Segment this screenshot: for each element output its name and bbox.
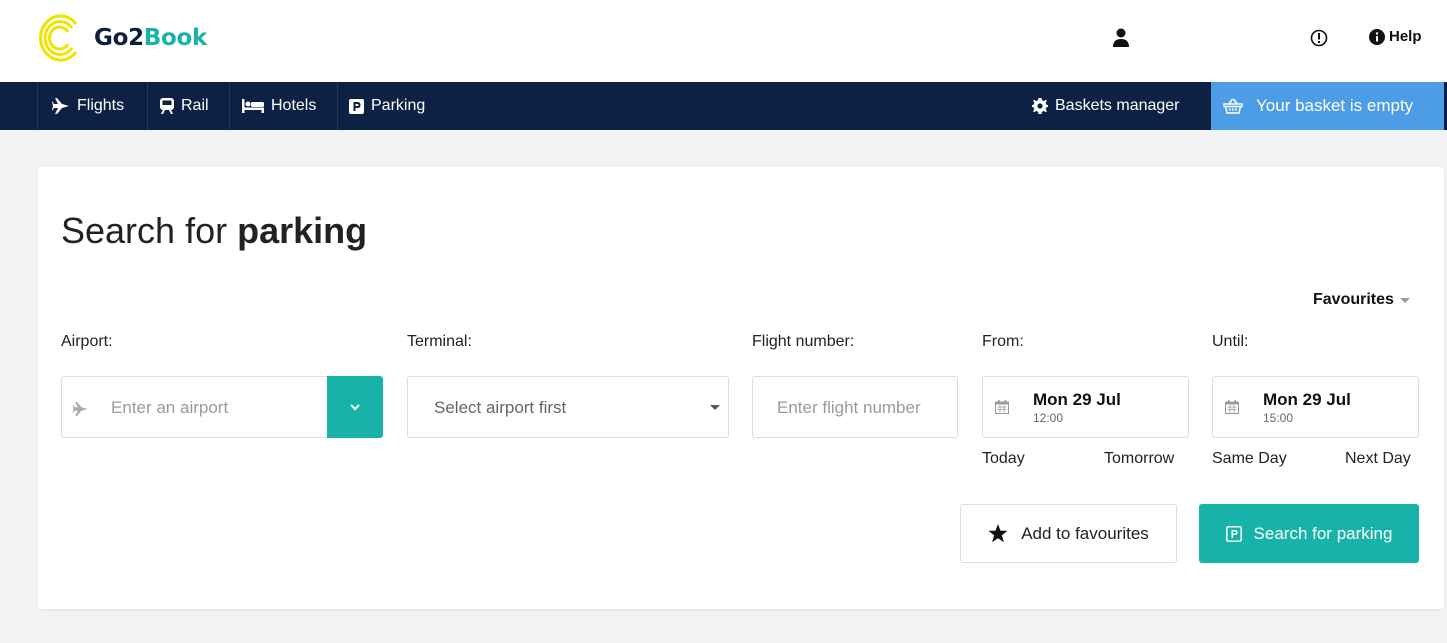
caret-down-icon xyxy=(1399,297,1410,303)
until-next-day-link[interactable]: Next Day xyxy=(1345,450,1411,468)
nav-label-rail: Rail xyxy=(181,97,209,114)
parking-icon xyxy=(349,98,364,114)
brand-name: Go2Book xyxy=(94,25,207,51)
until-date-picker[interactable]: Mon 29 Jul 15:00 xyxy=(1212,376,1419,438)
airport-dropdown-button[interactable] xyxy=(327,376,383,438)
flight-number-placeholder: Enter flight number xyxy=(777,398,921,417)
add-to-favourites-label: Add to favourites xyxy=(1021,523,1149,543)
go2book-logo[interactable]: Go2Book xyxy=(36,10,207,66)
gear-icon xyxy=(1032,98,1048,114)
basket-icon xyxy=(1223,98,1243,114)
from-label: From: xyxy=(982,333,1024,350)
nav-label-parking: Parking xyxy=(371,97,426,114)
calendar-icon xyxy=(1225,400,1239,414)
add-to-favourites-button[interactable]: Add to favourites xyxy=(960,504,1177,563)
nav-divider xyxy=(147,82,148,130)
nav-item-hotels[interactable]: Hotels xyxy=(242,82,316,130)
chevron-down-icon xyxy=(350,403,360,410)
search-for-parking-button[interactable]: Search for parking xyxy=(1199,504,1419,563)
nav-label-hotels: Hotels xyxy=(271,97,317,114)
caret-down-icon xyxy=(710,405,720,410)
baskets-manager-label: Baskets manager xyxy=(1055,97,1180,114)
bed-icon xyxy=(242,99,264,113)
star-icon xyxy=(988,524,1008,543)
help-label: Help xyxy=(1389,28,1422,45)
alert-icon[interactable] xyxy=(1310,29,1328,47)
info-icon xyxy=(1369,28,1385,45)
basket-status-label: Your basket is empty xyxy=(1256,96,1414,115)
brand-go2: Go2 xyxy=(94,25,144,51)
title-prefix: Search for xyxy=(61,210,228,251)
brand-book: Book xyxy=(143,25,208,51)
from-tomorrow-link[interactable]: Tomorrow xyxy=(1104,450,1174,468)
until-same-day-link[interactable]: Same Day xyxy=(1212,450,1287,468)
until-label: Until: xyxy=(1212,333,1249,350)
plane-icon xyxy=(72,402,88,416)
help-link[interactable]: Help xyxy=(1369,28,1422,45)
until-time-value: 15:00 xyxy=(1263,411,1294,425)
flight-number-input[interactable]: Enter flight number xyxy=(752,376,958,438)
train-icon xyxy=(160,98,174,114)
airport-placeholder: Enter an airport xyxy=(111,398,229,417)
parking-icon xyxy=(1225,525,1242,542)
nav-item-flights[interactable]: Flights xyxy=(52,82,124,130)
from-date-picker[interactable]: Mon 29 Jul 12:00 xyxy=(982,376,1189,438)
favourites-label: Favourites xyxy=(1313,291,1394,308)
from-time-value: 12:00 xyxy=(1033,411,1064,425)
nav-item-parking[interactable]: Parking xyxy=(349,82,425,130)
logo-rings-icon xyxy=(39,14,78,62)
page-title: Search for parking xyxy=(61,210,367,252)
user-icon[interactable] xyxy=(1113,28,1129,48)
favourites-dropdown[interactable]: Favourites xyxy=(1313,291,1410,309)
top-bar: Go2Book Help xyxy=(0,0,1447,82)
from-today-link[interactable]: Today xyxy=(982,450,1025,468)
nav-divider xyxy=(37,82,38,130)
nav-label-flights: Flights xyxy=(77,97,125,114)
until-date-value: Mon 29 Jul xyxy=(1263,390,1351,409)
flight-number-label: Flight number: xyxy=(752,333,855,350)
airport-input[interactable]: Enter an airport xyxy=(61,376,383,438)
title-bold: parking xyxy=(237,210,368,251)
terminal-select[interactable]: Select airport first xyxy=(407,376,729,438)
basket-status-button[interactable]: Your basket is empty xyxy=(1211,82,1444,130)
calendar-icon xyxy=(995,400,1009,414)
search-for-parking-label: Search for parking xyxy=(1253,523,1393,543)
baskets-manager-link[interactable]: Baskets manager xyxy=(1032,82,1180,130)
nav-item-rail[interactable]: Rail xyxy=(160,82,209,130)
plane-icon xyxy=(52,98,69,114)
nav-divider xyxy=(337,82,338,130)
from-date-value: Mon 29 Jul xyxy=(1033,390,1121,409)
airport-label: Airport: xyxy=(61,333,113,350)
terminal-value: Select airport first xyxy=(434,398,567,417)
nav-divider xyxy=(229,82,230,130)
terminal-label: Terminal: xyxy=(407,333,472,350)
